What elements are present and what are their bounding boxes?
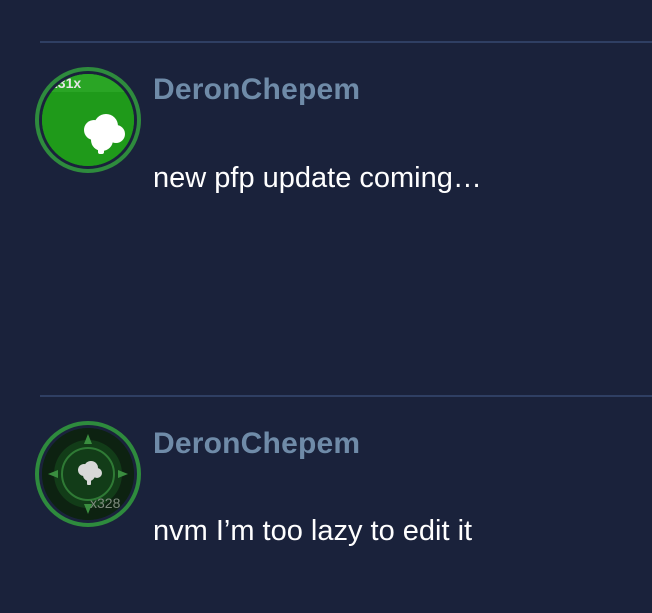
post-divider [40,41,652,43]
username[interactable]: DeronChepem [153,73,360,107]
avatar-badge: x328 [90,495,121,511]
post-divider [40,395,652,397]
avatar[interactable]: 231x [35,67,141,173]
message-text: new pfp update coming… [153,162,482,194]
avatar-image: 231x [42,74,134,166]
avatar[interactable]: x328 [35,421,141,527]
message-text: nvm I’m too lazy to edit it [153,515,473,547]
avatar-badge: 231x [50,75,81,91]
avatar-image: x328 [42,428,134,520]
username[interactable]: DeronChepem [153,427,360,461]
